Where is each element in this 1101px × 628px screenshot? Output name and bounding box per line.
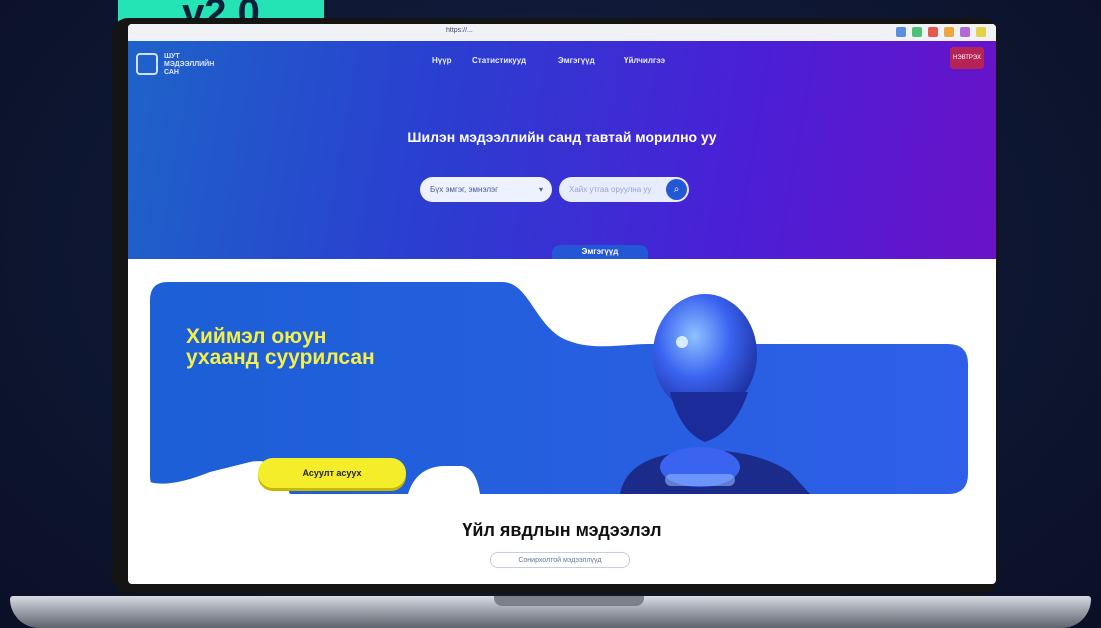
laptop-notch	[494, 596, 644, 606]
extension-icon[interactable]	[976, 27, 986, 37]
hero-section: ШУТ МЭДЭЭЛЛИЙН САН Нүүр Статистикууд Эмг…	[128, 41, 996, 259]
extension-icon[interactable]	[928, 27, 938, 37]
login-button[interactable]: НЭВТРЭХ	[950, 47, 984, 69]
category-select[interactable]: Бүх эмгэг, эмнэлэг ▾	[420, 177, 552, 202]
laptop-base	[10, 596, 1091, 628]
site-logo-icon[interactable]	[136, 53, 158, 75]
nav-item-statistics[interactable]: Статистикууд	[472, 56, 526, 65]
search-placeholder: Хайх утгаа оруулна уу	[569, 185, 652, 194]
browser-screen: https://... ШУТ МЭДЭЭЛЛИЙН САН Нүүр Стат…	[128, 24, 996, 584]
banner-title: Хиймэл оюун ухаанд суурилсан	[186, 326, 375, 368]
search-input[interactable]: Хайх утгаа оруулна уу ⌕	[559, 177, 689, 202]
nav-item-diseases[interactable]: Эмгэгүүд	[558, 56, 595, 65]
extension-icon[interactable]	[944, 27, 954, 37]
extension-icon[interactable]	[912, 27, 922, 37]
section-title: Үйл явдлын мэдээлэл	[462, 520, 662, 540]
site-logo-text[interactable]: ШУТ МЭДЭЭЛЛИЙН САН	[164, 53, 224, 77]
hero-title: Шилэн мэдээллийн санд тавтай морилно уу	[407, 129, 717, 145]
ask-question-button[interactable]: Асуулт асуух	[258, 458, 406, 488]
extension-icon[interactable]	[960, 27, 970, 37]
category-select-value: Бүх эмгэг, эмнэлэг	[430, 185, 499, 194]
browser-toolbar: https://...	[128, 24, 996, 41]
nav-item-services[interactable]: Үйлчилгээ	[624, 56, 665, 65]
extension-icon[interactable]	[896, 27, 906, 37]
banner-title-line1: Хиймэл оюун	[186, 325, 327, 348]
chevron-down-icon: ▾	[538, 185, 543, 194]
search-icon[interactable]: ⌕	[666, 179, 687, 200]
banner-title-line2: ухаанд суурилсан	[186, 346, 375, 369]
nav-item-home[interactable]: Нүүр	[432, 56, 452, 65]
section-filter-pill[interactable]: Сонирхолтой мэдээллүүд	[490, 552, 630, 568]
diseases-button[interactable]: Эмгэгүүд	[552, 245, 648, 259]
address-bar[interactable]: https://...	[446, 27, 696, 37]
